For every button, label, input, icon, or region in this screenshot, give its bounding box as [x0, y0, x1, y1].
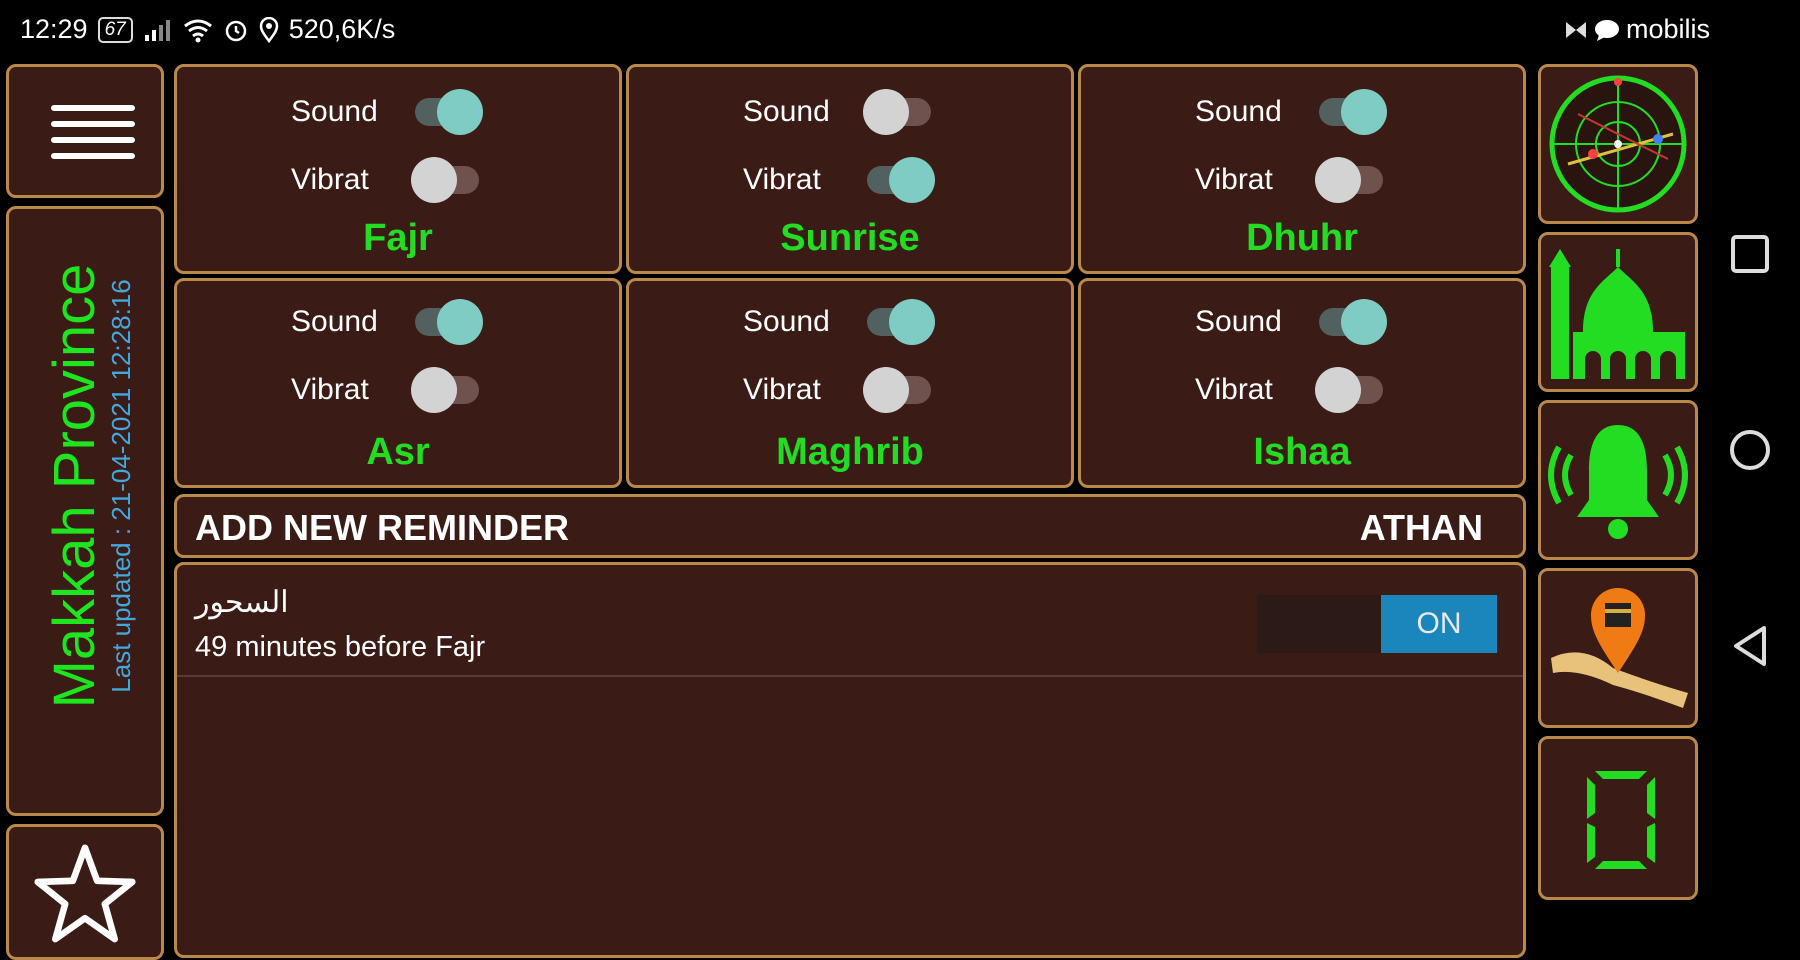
vibrate-label: Vibrat — [291, 373, 369, 406]
toggle-on-label: ON — [1381, 595, 1497, 653]
menu-button[interactable] — [6, 64, 164, 198]
athan-button[interactable]: ATHAN — [1360, 507, 1483, 549]
vibrate-label: Vibrat — [743, 373, 821, 406]
prayer-name: Dhuhr — [1246, 217, 1358, 259]
qibla-compass-icon — [1549, 75, 1687, 213]
circle-icon — [1730, 430, 1770, 470]
vibrate-label: Vibrat — [1195, 373, 1273, 406]
sound-toggle[interactable] — [863, 87, 935, 137]
reminder-list: السحور 49 minutes before Fajr ON — [174, 562, 1526, 958]
bell-icon — [1548, 425, 1688, 539]
sound-label: Sound — [743, 305, 830, 338]
location-panel[interactable]: Makkah Province Last updated : 21-04-202… — [6, 206, 164, 816]
carrier-name: mobilis — [1625, 14, 1710, 44]
reminder-toggle[interactable]: ON — [1257, 595, 1497, 653]
sound-toggle[interactable] — [411, 297, 483, 347]
reminder-title: السحور — [195, 586, 289, 619]
location-pin-icon — [259, 16, 278, 43]
prayer-name: Maghrib — [776, 431, 924, 473]
athan-alarm-button[interactable] — [1538, 400, 1698, 560]
home-button[interactable] — [1728, 428, 1772, 477]
counter-button[interactable] — [1538, 736, 1698, 900]
favorites-button[interactable] — [6, 824, 164, 960]
prayer-name: Fajr — [363, 217, 433, 259]
prayer-card-fajr: Sound Vibrat Fajr — [174, 64, 622, 274]
vibrate-label: Vibrat — [1195, 163, 1273, 196]
vibrate-toggle[interactable] — [1315, 365, 1387, 415]
app-screen: Makkah Province Last updated : 21-04-202… — [0, 62, 1700, 960]
prayer-card-ishaa: Sound Vibrat Ishaa — [1078, 278, 1526, 488]
notification-icon — [1565, 21, 1586, 38]
vibrate-toggle[interactable] — [411, 155, 483, 205]
mosque-button[interactable] — [1538, 232, 1698, 392]
prayer-card-sunrise: Sound Vibrat Sunrise — [626, 64, 1074, 274]
location-map-icon — [1551, 588, 1688, 708]
signal-icon — [144, 19, 170, 41]
list-item[interactable]: السحور 49 minutes before Fajr ON — [177, 565, 1523, 677]
hamburger-icon — [51, 105, 135, 159]
sound-toggle[interactable] — [1315, 297, 1387, 347]
prayer-name: Asr — [366, 431, 430, 473]
sound-label: Sound — [291, 305, 378, 338]
add-reminder-button[interactable]: ADD NEW REMINDER — [195, 507, 569, 549]
qibla-compass-button[interactable] — [1538, 64, 1698, 224]
back-button[interactable] — [1730, 624, 1770, 673]
network-speed: 520,6K/s — [288, 14, 396, 44]
prayer-card-maghrib: Sound Vibrat Maghrib — [626, 278, 1074, 488]
alarm-icon — [225, 20, 246, 41]
chat-bubble-icon — [1594, 19, 1619, 41]
sound-toggle[interactable] — [411, 87, 483, 137]
prayer-name: Ishaa — [1253, 431, 1351, 473]
prayer-card-dhuhr: Sound Vibrat Dhuhr — [1078, 64, 1526, 274]
sound-toggle[interactable] — [1315, 87, 1387, 137]
vibrate-toggle[interactable] — [411, 365, 483, 415]
vibrate-label: Vibrat — [743, 163, 821, 196]
reminder-header-bar: ADD NEW REMINDER ATHAN — [174, 494, 1526, 558]
location-button[interactable] — [1538, 568, 1698, 728]
mosque-icon — [1549, 249, 1685, 379]
vibrate-toggle[interactable] — [863, 155, 935, 205]
vibrate-label: Vibrat — [291, 163, 369, 196]
prayer-name: Sunrise — [780, 217, 920, 259]
square-icon — [1731, 235, 1769, 273]
wifi-icon — [183, 19, 212, 42]
vibrate-toggle[interactable] — [863, 365, 935, 415]
star-icon — [34, 844, 136, 943]
last-updated: Last updated : 21-04-2021 12:28:16 — [106, 279, 136, 693]
sound-label: Sound — [1195, 305, 1282, 338]
status-time: 12:29 — [20, 14, 88, 44]
sound-toggle[interactable] — [863, 297, 935, 347]
sound-label: Sound — [1195, 95, 1282, 128]
recent-apps-button[interactable] — [1730, 234, 1770, 279]
sound-label: Sound — [291, 95, 378, 128]
status-bar: 12:29 67 520,6K/s mobilis — [0, 0, 1800, 62]
system-nav-bar — [1700, 62, 1800, 900]
vibrate-toggle[interactable] — [1315, 155, 1387, 205]
battery-icon: 67 — [97, 16, 133, 43]
back-triangle-icon — [1734, 626, 1766, 666]
reminder-subtitle: 49 minutes before Fajr — [195, 631, 486, 663]
prayer-card-asr: Sound Vibrat Asr — [174, 278, 622, 488]
counter-zero-icon — [1587, 771, 1655, 869]
location-name: Makkah Province — [42, 263, 107, 709]
sound-label: Sound — [743, 95, 830, 128]
